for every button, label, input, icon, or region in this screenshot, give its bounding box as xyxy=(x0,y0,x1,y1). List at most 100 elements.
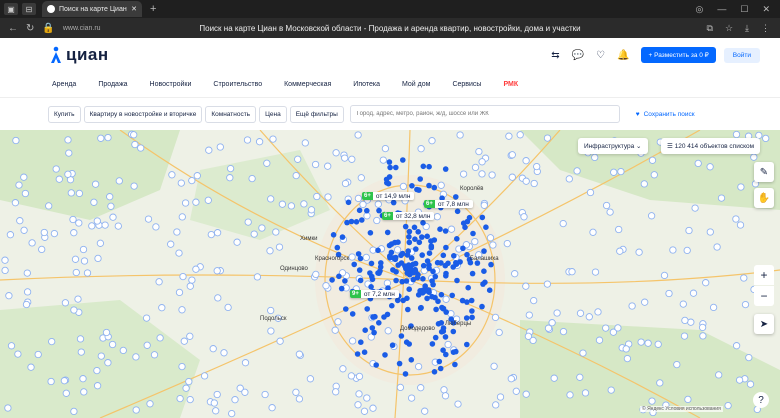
listing-marker-outline[interactable] xyxy=(131,140,139,149)
listing-marker-outline[interactable] xyxy=(267,327,275,335)
listing-marker-outline[interactable] xyxy=(287,202,296,210)
listing-marker-outline[interactable] xyxy=(648,156,657,164)
listing-marker-outline[interactable] xyxy=(5,292,13,300)
listing-marker[interactable] xyxy=(368,260,375,267)
listing-marker[interactable] xyxy=(373,362,380,368)
listing-marker-outline[interactable] xyxy=(681,316,689,325)
listing-marker[interactable] xyxy=(368,284,374,290)
listing-marker-outline[interactable] xyxy=(90,198,98,206)
listing-marker-outline[interactable] xyxy=(354,401,362,409)
listing-marker-outline[interactable] xyxy=(186,395,194,404)
listing-marker-outline[interactable] xyxy=(193,172,201,180)
listing-marker[interactable] xyxy=(356,267,363,273)
listing-marker[interactable] xyxy=(415,229,422,235)
listing-marker-outline[interactable] xyxy=(83,269,92,277)
listing-marker-outline[interactable] xyxy=(322,282,330,290)
listing-marker[interactable] xyxy=(453,348,459,355)
listing-marker[interactable] xyxy=(384,229,391,236)
listing-marker[interactable] xyxy=(409,183,415,189)
listing-marker-outline[interactable] xyxy=(615,225,623,234)
listing-marker-outline[interactable] xyxy=(96,239,105,247)
listing-marker-outline[interactable] xyxy=(550,374,558,382)
listing-marker[interactable] xyxy=(382,352,388,358)
listing-marker-outline[interactable] xyxy=(444,340,452,349)
listing-marker-outline[interactable] xyxy=(142,314,151,322)
listing-marker-outline[interactable] xyxy=(341,179,350,188)
listing-marker[interactable] xyxy=(469,308,475,314)
listing-marker-outline[interactable] xyxy=(226,164,235,173)
nav-item-sale[interactable]: Продажа xyxy=(98,81,127,88)
help-button[interactable]: ? xyxy=(753,392,769,408)
listing-marker[interactable] xyxy=(424,295,430,302)
listing-marker[interactable] xyxy=(402,263,408,269)
listing-marker-outline[interactable] xyxy=(669,246,677,254)
listing-marker-outline[interactable] xyxy=(324,193,332,201)
listing-marker-outline[interactable] xyxy=(496,393,505,401)
listing-marker-outline[interactable] xyxy=(233,238,241,246)
listing-marker[interactable] xyxy=(443,273,449,279)
listing-marker-outline[interactable] xyxy=(354,131,362,139)
listing-marker-outline[interactable] xyxy=(28,239,36,247)
listing-marker-outline[interactable] xyxy=(146,400,154,408)
listing-marker-outline[interactable] xyxy=(88,222,96,230)
listing-marker-outline[interactable] xyxy=(579,349,587,357)
listing-marker[interactable] xyxy=(403,339,410,345)
listing-marker-outline[interactable] xyxy=(433,213,441,221)
listing-marker-outline[interactable] xyxy=(428,137,436,145)
listing-marker[interactable] xyxy=(428,238,434,244)
listing-marker-outline[interactable] xyxy=(311,160,320,169)
listing-marker-outline[interactable] xyxy=(735,376,744,384)
listing-marker-outline[interactable] xyxy=(363,212,371,220)
listing-marker[interactable] xyxy=(394,297,401,304)
listing-marker-outline[interactable] xyxy=(40,228,48,237)
listing-marker[interactable] xyxy=(426,265,432,272)
listing-marker-outline[interactable] xyxy=(79,375,87,383)
listing-marker-outline[interactable] xyxy=(80,257,89,265)
listing-marker-outline[interactable] xyxy=(559,219,567,228)
listing-marker-outline[interactable] xyxy=(656,379,664,387)
listing-marker-outline[interactable] xyxy=(228,409,236,418)
zoom-in-button[interactable]: + xyxy=(754,265,774,285)
listing-marker[interactable] xyxy=(359,217,365,223)
listing-marker-outline[interactable] xyxy=(553,309,561,317)
listing-marker-outline[interactable] xyxy=(292,388,300,396)
listing-marker-outline[interactable] xyxy=(231,396,239,404)
close-window-icon[interactable]: ✕ xyxy=(762,4,770,15)
listing-marker-outline[interactable] xyxy=(456,131,464,139)
listing-marker[interactable] xyxy=(369,325,376,331)
price-cluster-label[interactable]: 6+ от 7,8 млн xyxy=(424,200,473,208)
listing-marker-outline[interactable] xyxy=(243,136,252,144)
listing-marker[interactable] xyxy=(438,291,445,298)
listing-marker-outline[interactable] xyxy=(586,188,595,197)
listing-marker[interactable] xyxy=(483,224,489,230)
listing-marker[interactable] xyxy=(386,242,393,249)
listing-marker[interactable] xyxy=(452,361,458,368)
listing-marker-outline[interactable] xyxy=(491,313,500,322)
listing-marker-outline[interactable] xyxy=(454,400,462,408)
listing-marker-outline[interactable] xyxy=(76,335,85,343)
listing-marker-outline[interactable] xyxy=(573,167,581,175)
listing-marker-outline[interactable] xyxy=(355,372,364,381)
listing-marker-outline[interactable] xyxy=(186,282,194,290)
nav-item-rent[interactable]: Аренда xyxy=(52,81,76,88)
listing-marker[interactable] xyxy=(470,230,476,237)
listing-marker-outline[interactable] xyxy=(440,386,448,394)
listing-marker-outline[interactable] xyxy=(70,306,78,314)
listing-marker-outline[interactable] xyxy=(93,217,101,225)
listing-marker[interactable] xyxy=(406,286,413,292)
listing-marker[interactable] xyxy=(393,164,399,171)
listing-marker-outline[interactable] xyxy=(647,212,656,220)
listing-marker[interactable] xyxy=(369,276,376,283)
listing-marker[interactable] xyxy=(443,244,449,251)
listing-marker[interactable] xyxy=(384,180,390,186)
listing-marker-outline[interactable] xyxy=(156,334,164,342)
listing-marker-outline[interactable] xyxy=(14,350,22,358)
listing-marker[interactable] xyxy=(370,314,376,320)
nav-item-promo[interactable]: РМК xyxy=(503,81,518,88)
listing-marker-outline[interactable] xyxy=(244,218,252,226)
listing-marker-outline[interactable] xyxy=(45,202,53,210)
draw-area-button[interactable]: ✎ xyxy=(754,162,774,182)
listing-marker-outline[interactable] xyxy=(11,199,20,207)
listing-marker-outline[interactable] xyxy=(694,159,702,168)
listing-marker-outline[interactable] xyxy=(152,223,160,231)
